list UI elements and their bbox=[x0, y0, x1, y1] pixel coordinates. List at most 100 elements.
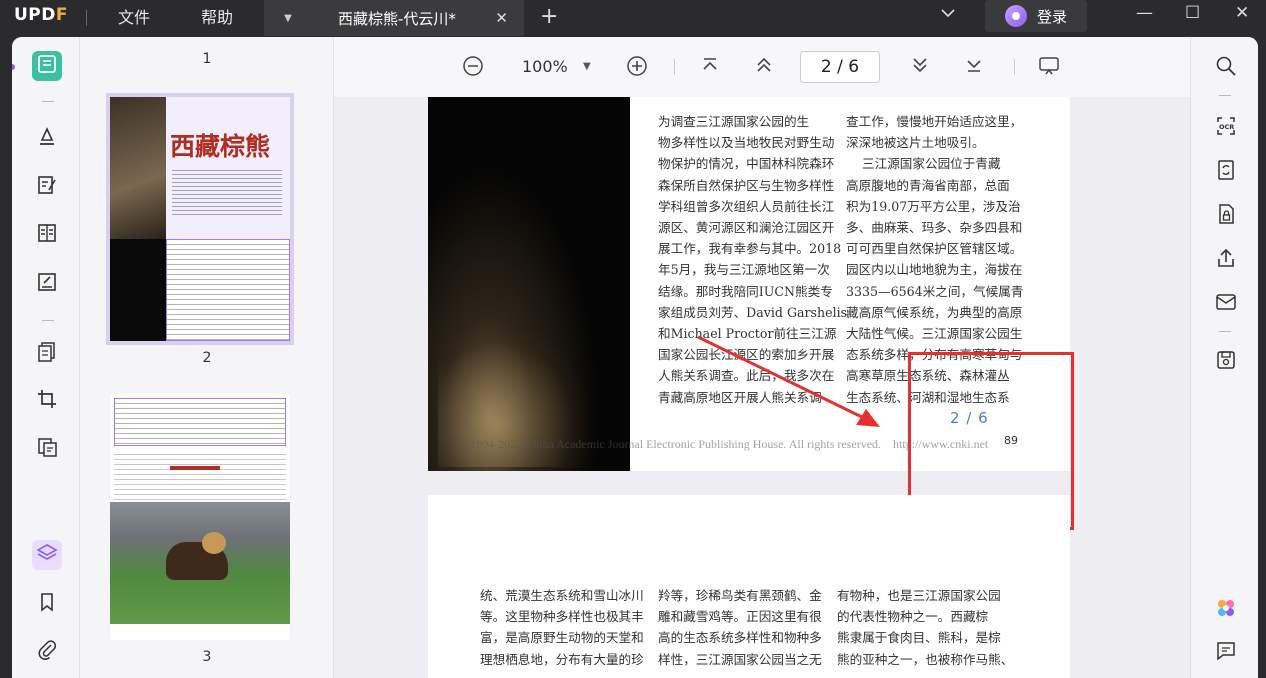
attachment-button[interactable] bbox=[32, 637, 62, 667]
document-tab-title: 西藏棕熊-代云川* bbox=[338, 10, 456, 28]
book-icon bbox=[36, 53, 58, 79]
reader-mode-button[interactable] bbox=[32, 51, 62, 81]
refresh-document-icon bbox=[1215, 159, 1237, 185]
document-viewer[interactable]: 为调查三江源国家公园的生 物多样性以及当地牧民对野生动 物保护的情况，中国林科院… bbox=[334, 97, 1190, 678]
search-icon bbox=[1215, 55, 1237, 81]
zoom-in-icon bbox=[626, 56, 648, 82]
chat-bubble-icon bbox=[1215, 640, 1237, 666]
rail-divider bbox=[1219, 331, 1231, 332]
bookmark-button[interactable] bbox=[32, 589, 62, 619]
zoom-dropdown-icon[interactable]: ▼ bbox=[583, 61, 591, 72]
save-icon bbox=[1215, 349, 1237, 375]
email-button[interactable] bbox=[1213, 291, 1239, 317]
page-text-column-1: 统、荒漠生态系统和雪山冰川 等。这里物种多样性也极其丰 富，是高原野生动物的天堂… bbox=[480, 588, 644, 667]
first-page-button[interactable] bbox=[700, 55, 720, 80]
title-bar: UPDF 文件 帮助 ▼ 西藏棕熊-代云川* ✕ + 登录 — ☐ ✕ bbox=[0, 0, 1266, 36]
page-text-column-2: 羚等，珍稀鸟类有黑颈鹤、金 雕和藏雪鸡等。正因这里有很 高的生态系统多样性和物种… bbox=[658, 588, 822, 667]
maximize-button[interactable]: ☐ bbox=[1185, 3, 1200, 23]
tab-list-dropdown[interactable]: ▼ bbox=[264, 0, 312, 36]
crop-icon bbox=[36, 388, 58, 414]
presentation-icon bbox=[1038, 57, 1060, 82]
minimize-button[interactable]: — bbox=[1136, 3, 1153, 23]
ai-sparkle-icon bbox=[1215, 597, 1237, 623]
document-page-3: 统、荒漠生态系统和雪山冰川 等。这里物种多样性也极其丰 富，是高原野生动物的天堂… bbox=[428, 495, 1070, 678]
organize-tool-button[interactable] bbox=[32, 220, 62, 250]
layers-icon bbox=[36, 542, 58, 568]
chevron-down-icon[interactable] bbox=[940, 5, 956, 25]
rail-divider bbox=[42, 320, 54, 321]
next-page-button[interactable] bbox=[910, 55, 930, 80]
pages-tool-button[interactable] bbox=[32, 339, 62, 369]
double-chevron-up-icon bbox=[754, 57, 774, 80]
mail-icon bbox=[1215, 291, 1237, 317]
menu-file[interactable]: 文件 bbox=[118, 4, 150, 28]
last-page-icon bbox=[964, 59, 984, 80]
zoom-out-icon bbox=[462, 56, 484, 82]
toolbar-divider bbox=[1014, 59, 1015, 75]
thumbnail-panel: 1 西藏棕熊 2 3 bbox=[80, 37, 334, 678]
zoom-in-button[interactable] bbox=[626, 55, 648, 82]
pages-icon bbox=[36, 341, 58, 367]
presentation-button[interactable] bbox=[1038, 55, 1060, 82]
thumbnail-page-2[interactable]: 西藏棕熊 bbox=[106, 93, 294, 345]
bookmark-icon bbox=[36, 591, 58, 617]
page-number-input[interactable]: 2 / 6 bbox=[800, 51, 880, 83]
document-tab[interactable]: 西藏棕熊-代云川* ✕ bbox=[312, 0, 524, 36]
view-toolbar: 100% ▼ 2 / 6 bbox=[334, 37, 1190, 97]
ocr-button[interactable]: OCR bbox=[1213, 115, 1239, 141]
form-tool-button[interactable] bbox=[32, 269, 62, 299]
lock-document-icon bbox=[1215, 203, 1237, 229]
svg-text:OCR: OCR bbox=[1219, 123, 1234, 131]
save-button[interactable] bbox=[1213, 349, 1239, 375]
menu-help[interactable]: 帮助 bbox=[201, 4, 233, 28]
comment-tool-button[interactable] bbox=[32, 123, 62, 153]
thumbnail-page-number: 3 bbox=[202, 649, 212, 665]
layers-button[interactable] bbox=[32, 540, 62, 570]
protect-button[interactable] bbox=[1213, 203, 1239, 229]
toolbar-divider bbox=[674, 59, 675, 75]
page-text-column-1: 为调查三江源国家公园的生 物多样性以及当地牧民对野生动 物保护的情况，中国林科院… bbox=[658, 114, 848, 405]
highlighter-icon bbox=[36, 125, 58, 151]
caret-down-icon: ▼ bbox=[284, 12, 292, 24]
ocr-icon: OCR bbox=[1215, 115, 1237, 141]
convert-tool-button[interactable] bbox=[32, 434, 62, 464]
share-button[interactable] bbox=[1213, 247, 1239, 273]
page-text-column-3: 有物种，也是三江源国家公园 的代表性物种之一。西藏棕 熊隶属于食肉目、熊科，是棕… bbox=[837, 588, 1014, 667]
first-page-icon bbox=[700, 58, 720, 80]
last-page-button[interactable] bbox=[964, 55, 984, 80]
form-edit-icon bbox=[36, 271, 58, 297]
thumbnail-page-number: 1 bbox=[202, 51, 212, 67]
title-divider bbox=[86, 10, 87, 26]
close-window-button[interactable]: ✕ bbox=[1235, 3, 1249, 23]
comments-button[interactable] bbox=[1213, 640, 1239, 666]
thumbnail-page-number: 2 bbox=[202, 350, 212, 366]
paperclip-icon bbox=[36, 639, 58, 665]
edit-document-icon bbox=[36, 174, 58, 200]
edit-tool-button[interactable] bbox=[32, 172, 62, 202]
new-tab-button[interactable]: + bbox=[540, 4, 558, 29]
search-button[interactable] bbox=[1213, 55, 1239, 81]
app-window: 1 西藏棕熊 2 3 100% ▼ 2 / 6 为调查三江源国家公园的生 物多样… bbox=[12, 37, 1258, 678]
right-tool-rail: OCR bbox=[1190, 37, 1258, 678]
double-chevron-down-icon bbox=[910, 58, 930, 80]
ai-assistant-button[interactable] bbox=[1213, 597, 1239, 623]
left-tool-rail bbox=[12, 37, 80, 678]
crop-tool-button[interactable] bbox=[32, 386, 62, 416]
rail-divider bbox=[42, 101, 54, 102]
close-tab-icon[interactable]: ✕ bbox=[495, 9, 508, 27]
previous-page-button[interactable] bbox=[754, 55, 774, 80]
page-layout-icon bbox=[36, 222, 58, 248]
app-logo: UPDF bbox=[14, 5, 68, 25]
convert-pdf-button[interactable] bbox=[1213, 159, 1239, 185]
accent-dot bbox=[12, 64, 15, 70]
zoom-out-button[interactable] bbox=[462, 55, 484, 82]
thumbnail-heading: 西藏棕熊 bbox=[170, 132, 271, 161]
login-button[interactable]: 登录 bbox=[985, 0, 1087, 32]
bear-night-photo bbox=[428, 97, 630, 471]
thumbnail-page-3[interactable] bbox=[110, 394, 290, 640]
avatar bbox=[1005, 5, 1027, 27]
login-label: 登录 bbox=[1037, 7, 1068, 26]
zoom-level[interactable]: 100% bbox=[522, 57, 568, 76]
convert-icon bbox=[36, 436, 58, 462]
rail-divider bbox=[1219, 95, 1231, 96]
